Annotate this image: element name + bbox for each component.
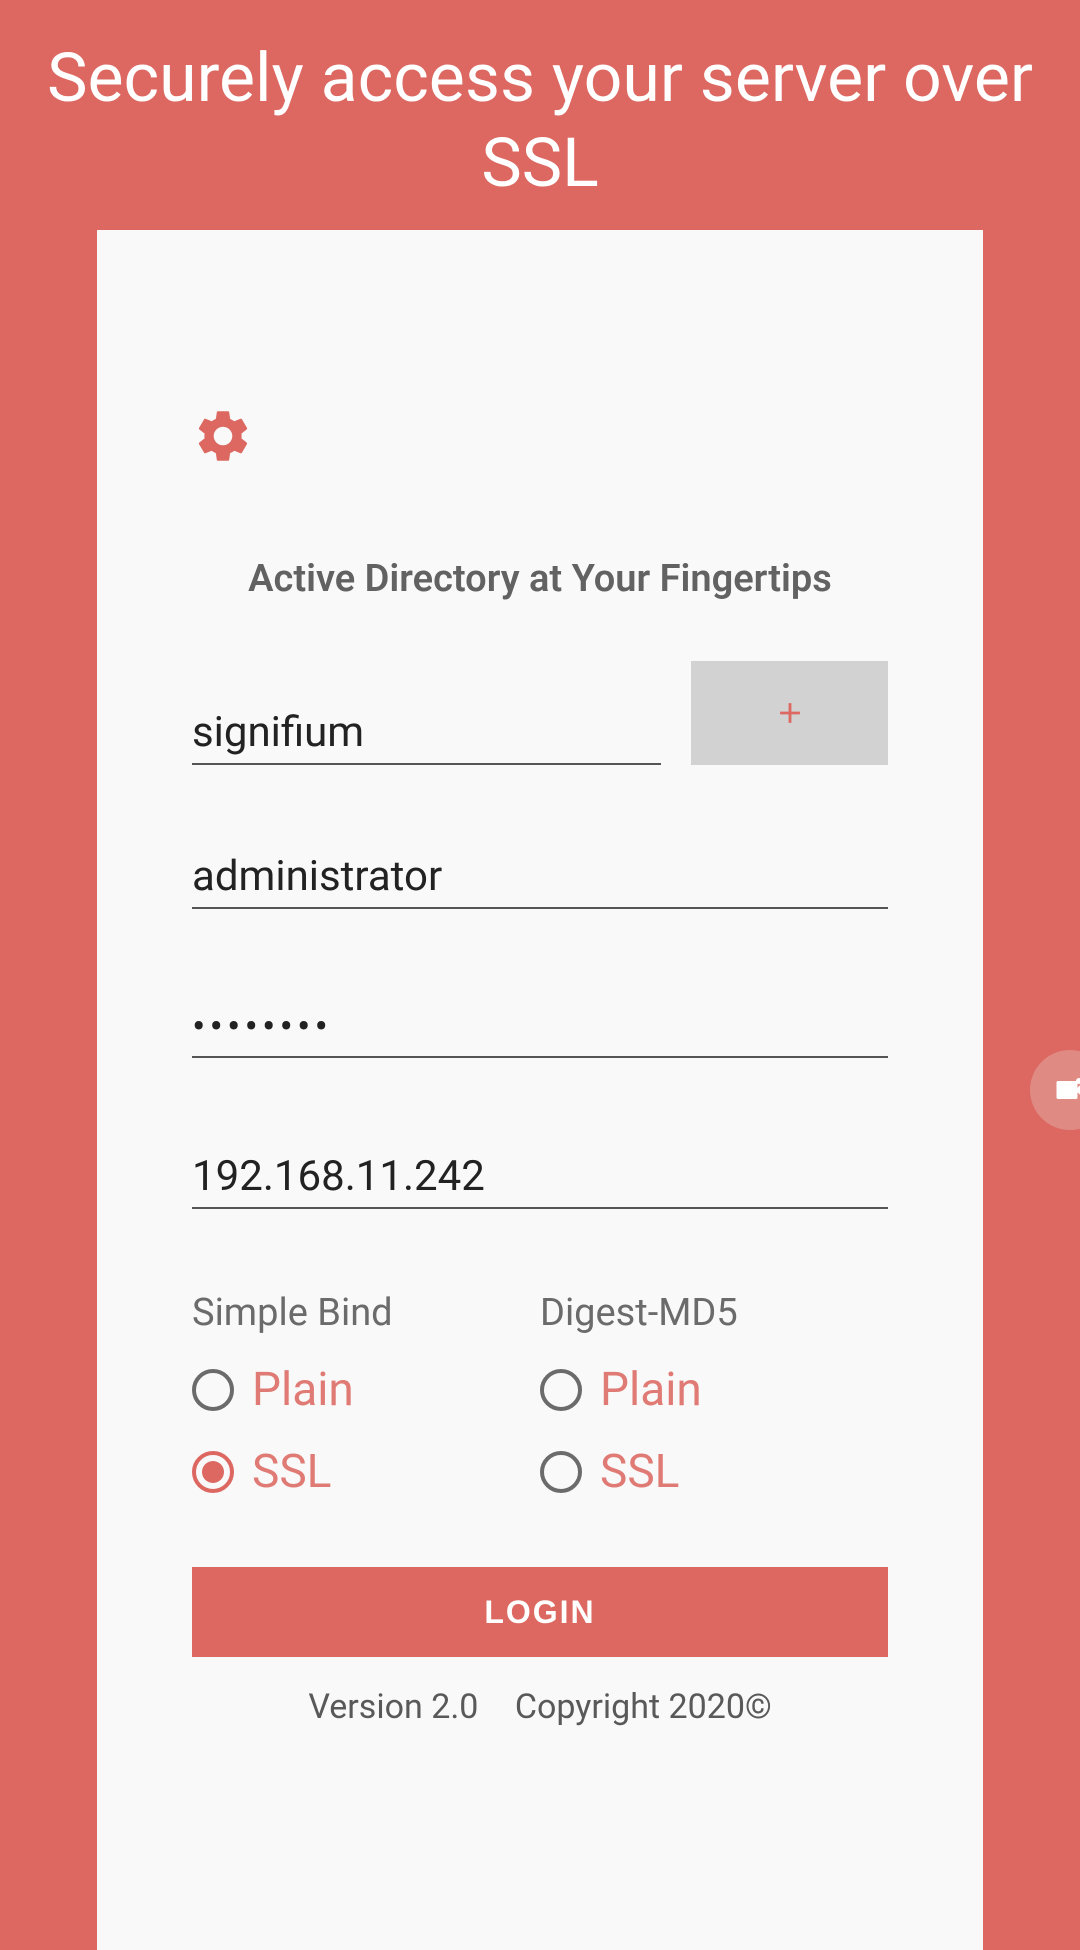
radio-digest-plain[interactable]: Plain: [540, 1363, 888, 1417]
radio-digest-ssl[interactable]: SSL: [540, 1445, 888, 1499]
radio-icon: [540, 1451, 582, 1493]
radio-label-text: Plain: [252, 1363, 354, 1417]
server-input[interactable]: [192, 1140, 888, 1209]
password-input[interactable]: ••••••••: [192, 991, 888, 1058]
username-input[interactable]: [192, 840, 888, 909]
bind-options: Simple Bind Plain SSL Digest-MD5 Plain S…: [192, 1291, 888, 1527]
radio-icon: [192, 1451, 234, 1493]
domain-input[interactable]: [192, 696, 661, 765]
radio-icon: [192, 1369, 234, 1411]
radio-label-text: Plain: [600, 1363, 702, 1417]
tagline-text: Active Directory at Your Fingertips: [192, 557, 888, 601]
radio-label-text: SSL: [252, 1445, 331, 1499]
radio-simple-plain[interactable]: Plain: [192, 1363, 540, 1417]
page-title: Securely access your server over SSL: [0, 0, 1080, 230]
add-button[interactable]: [691, 661, 888, 765]
simple-bind-label: Simple Bind: [192, 1291, 540, 1335]
radio-icon: [540, 1369, 582, 1411]
version-text: Version 2.0: [308, 1687, 478, 1727]
footer-text: Version 2.0 Copyright 2020©: [192, 1687, 888, 1727]
plus-icon: [773, 696, 807, 730]
login-card: Active Directory at Your Fingertips ••••…: [97, 230, 983, 1950]
video-camera-icon: [1052, 1072, 1080, 1108]
camera-fab[interactable]: [1030, 1050, 1080, 1130]
login-button[interactable]: LOGIN: [192, 1567, 888, 1657]
radio-simple-ssl[interactable]: SSL: [192, 1445, 540, 1499]
gear-icon[interactable]: [192, 405, 254, 467]
digest-md5-label: Digest-MD5: [540, 1291, 888, 1335]
copyright-text: Copyright 2020©: [515, 1687, 772, 1727]
radio-label-text: SSL: [600, 1445, 679, 1499]
